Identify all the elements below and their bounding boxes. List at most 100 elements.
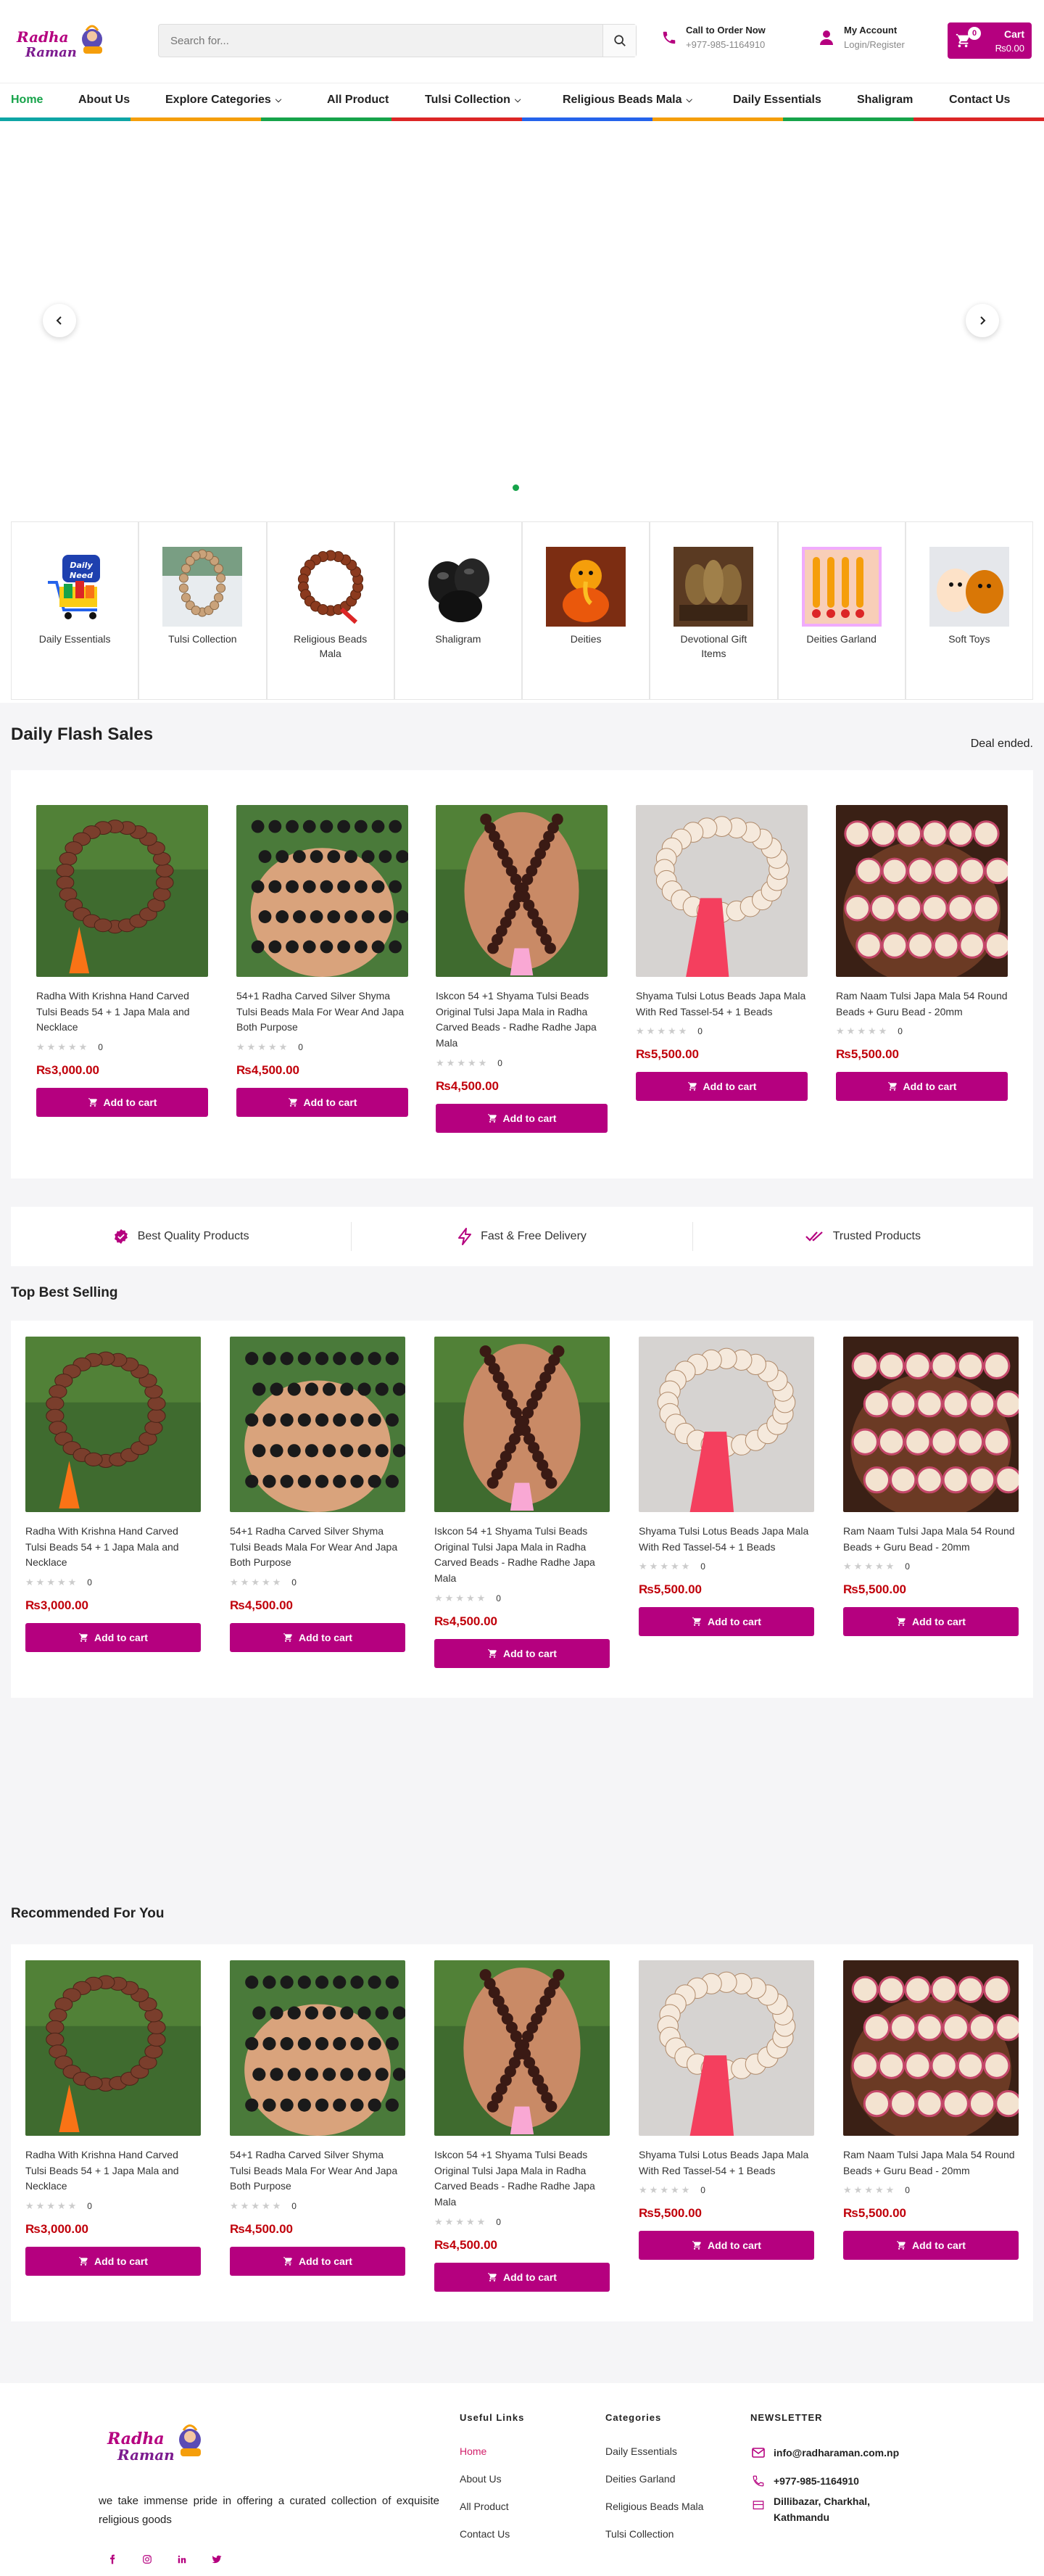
nav-religious-beads-mala[interactable]: Religious Beads Mala ⌵: [563, 94, 692, 107]
product-image[interactable]: [230, 1337, 405, 1512]
add-to-cart-button[interactable]: Add to cart: [843, 2231, 1019, 2261]
facebook-icon[interactable]: [102, 2548, 123, 2570]
slider-prev-button[interactable]: [43, 304, 76, 337]
footer-useful-link[interactable]: All Product: [460, 2501, 509, 2512]
site-logo[interactable]: Radha Raman: [11, 15, 116, 68]
footer-useful-link[interactable]: Contact Us: [460, 2528, 510, 2540]
product-name[interactable]: Shyama Tulsi Lotus Beads Japa Mala With …: [639, 2147, 814, 2179]
nav-daily-essentials[interactable]: Daily Essentials: [733, 94, 821, 107]
nav-tulsi-collection[interactable]: Tulsi Collection ⌵: [425, 94, 521, 107]
footer-category-link[interactable]: Daily Essentials: [605, 2445, 677, 2457]
cart-button[interactable]: 0 Cart ₨0.00: [948, 22, 1032, 59]
nav-explore-categories[interactable]: Explore Categories ⌵: [165, 94, 281, 107]
nav-shaligram[interactable]: Shaligram: [857, 94, 913, 107]
product-card[interactable]: Radha With Krishna Hand Carved Tulsi Bea…: [36, 805, 208, 1118]
add-to-cart-button[interactable]: Add to cart: [836, 1072, 1008, 1102]
product-name[interactable]: 54+1 Radha Carved Silver Shyma Tulsi Bea…: [236, 988, 408, 1036]
nav-all-product[interactable]: All Product: [327, 94, 389, 107]
product-image[interactable]: [843, 1960, 1019, 2136]
add-to-cart-button[interactable]: Add to cart: [843, 1607, 1019, 1637]
product-image[interactable]: [434, 1337, 610, 1512]
product-image[interactable]: [843, 1337, 1019, 1512]
add-to-cart-button[interactable]: Add to cart: [639, 2231, 814, 2261]
product-card[interactable]: Ram Naam Tulsi Japa Mala 54 Round Beads …: [843, 1337, 1019, 1637]
product-card[interactable]: Iskcon 54 +1 Shyama Tulsi Beads Original…: [436, 805, 608, 1133]
search-input[interactable]: [159, 25, 602, 57]
product-image[interactable]: [639, 1960, 814, 2136]
slider-dot-active[interactable]: [513, 484, 519, 491]
nav-about-us[interactable]: About Us: [78, 94, 130, 107]
product-card[interactable]: Shyama Tulsi Lotus Beads Japa Mala With …: [636, 805, 808, 1102]
product-image[interactable]: [436, 805, 608, 977]
product-card[interactable]: Ram Naam Tulsi Japa Mala 54 Round Beads …: [836, 805, 1008, 1102]
product-image[interactable]: [25, 1960, 201, 2136]
product-name[interactable]: Shyama Tulsi Lotus Beads Japa Mala With …: [639, 1524, 814, 1555]
add-to-cart-button[interactable]: Add to cart: [25, 2247, 201, 2276]
login-register-link[interactable]: Login/Register: [844, 39, 905, 50]
category-card[interactable]: Devotional Gift Items: [650, 521, 778, 700]
footer-logo[interactable]: Radha Raman: [99, 2412, 215, 2477]
category-card[interactable]: Tulsi Collection: [138, 521, 267, 700]
footer-category-link[interactable]: Religious Beads Mala: [605, 2501, 703, 2512]
add-to-cart-button[interactable]: Add to cart: [436, 1103, 608, 1133]
category-card[interactable]: Daily Need Daily Essentials: [11, 521, 139, 700]
account-menu[interactable]: My Account Login/Register: [819, 25, 905, 50]
product-image[interactable]: [230, 1960, 405, 2136]
slider-next-button[interactable]: [966, 304, 999, 337]
product-card[interactable]: Radha With Krishna Hand Carved Tulsi Bea…: [25, 1960, 201, 2276]
product-name[interactable]: Iskcon 54 +1 Shyama Tulsi Beads Original…: [434, 2147, 610, 2210]
product-image[interactable]: [434, 1960, 610, 2136]
footer-useful-link[interactable]: Home: [460, 2445, 486, 2457]
product-image[interactable]: [236, 805, 408, 977]
add-to-cart-button[interactable]: Add to cart: [434, 2262, 610, 2292]
footer-category-link[interactable]: Tulsi Collection: [605, 2528, 674, 2540]
category-card[interactable]: Deities Garland: [777, 521, 906, 700]
product-name[interactable]: Iskcon 54 +1 Shyama Tulsi Beads Original…: [436, 988, 608, 1052]
add-to-cart-button[interactable]: Add to cart: [25, 1623, 201, 1653]
product-card[interactable]: 54+1 Radha Carved Silver Shyma Tulsi Bea…: [230, 1960, 405, 2276]
footer-category-link[interactable]: Deities Garland: [605, 2473, 676, 2485]
product-name[interactable]: 54+1 Radha Carved Silver Shyma Tulsi Bea…: [230, 2147, 405, 2195]
product-card[interactable]: Radha With Krishna Hand Carved Tulsi Bea…: [25, 1337, 201, 1653]
product-name[interactable]: Ram Naam Tulsi Japa Mala 54 Round Beads …: [843, 2147, 1019, 2179]
product-name[interactable]: Radha With Krishna Hand Carved Tulsi Bea…: [25, 2147, 201, 2195]
nav-contact-us[interactable]: Contact Us: [949, 94, 1010, 107]
add-to-cart-button[interactable]: Add to cart: [236, 1088, 408, 1118]
product-card[interactable]: Shyama Tulsi Lotus Beads Japa Mala With …: [639, 1960, 814, 2261]
product-card[interactable]: 54+1 Radha Carved Silver Shyma Tulsi Bea…: [236, 805, 408, 1118]
linkedin-icon[interactable]: [171, 2548, 193, 2570]
product-card[interactable]: 54+1 Radha Carved Silver Shyma Tulsi Bea…: [230, 1337, 405, 1653]
product-card[interactable]: Iskcon 54 +1 Shyama Tulsi Beads Original…: [434, 1960, 610, 2292]
add-to-cart-button[interactable]: Add to cart: [36, 1088, 208, 1118]
product-name[interactable]: Radha With Krishna Hand Carved Tulsi Bea…: [36, 988, 208, 1036]
add-to-cart-button[interactable]: Add to cart: [636, 1072, 808, 1102]
product-image[interactable]: [25, 1337, 201, 1512]
twitter-icon[interactable]: [206, 2548, 228, 2570]
product-image[interactable]: [36, 805, 208, 977]
footer-email[interactable]: info@radharaman.com.np: [752, 2447, 899, 2459]
product-name[interactable]: Shyama Tulsi Lotus Beads Japa Mala With …: [636, 988, 808, 1020]
product-name[interactable]: Radha With Krishna Hand Carved Tulsi Bea…: [25, 1524, 201, 1571]
product-name[interactable]: Ram Naam Tulsi Japa Mala 54 Round Beads …: [836, 988, 1008, 1020]
product-image[interactable]: [836, 805, 1008, 977]
product-card[interactable]: Ram Naam Tulsi Japa Mala 54 Round Beads …: [843, 1960, 1019, 2261]
instagram-icon[interactable]: [136, 2548, 158, 2570]
nav-home[interactable]: Home: [11, 94, 43, 107]
add-to-cart-button[interactable]: Add to cart: [434, 1638, 610, 1668]
add-to-cart-button[interactable]: Add to cart: [230, 2247, 405, 2276]
add-to-cart-button[interactable]: Add to cart: [639, 1607, 814, 1637]
product-name[interactable]: Iskcon 54 +1 Shyama Tulsi Beads Original…: [434, 1524, 610, 1587]
product-image[interactable]: [639, 1337, 814, 1512]
add-to-cart-button[interactable]: Add to cart: [230, 1623, 405, 1653]
category-card[interactable]: Deities: [522, 521, 650, 700]
footer-phone[interactable]: +977-985-1164910: [752, 2474, 859, 2488]
category-card[interactable]: Soft Toys: [905, 521, 1033, 700]
footer-useful-link[interactable]: About Us: [460, 2473, 502, 2485]
category-card[interactable]: Religious Beads Mala: [266, 521, 394, 700]
product-card[interactable]: Iskcon 54 +1 Shyama Tulsi Beads Original…: [434, 1337, 610, 1668]
product-image[interactable]: [636, 805, 808, 977]
search-button[interactable]: [602, 25, 636, 57]
call-to-order[interactable]: Call to Order Now +977-985-1164910: [661, 25, 766, 50]
product-name[interactable]: 54+1 Radha Carved Silver Shyma Tulsi Bea…: [230, 1524, 405, 1571]
product-card[interactable]: Shyama Tulsi Lotus Beads Japa Mala With …: [639, 1337, 814, 1637]
